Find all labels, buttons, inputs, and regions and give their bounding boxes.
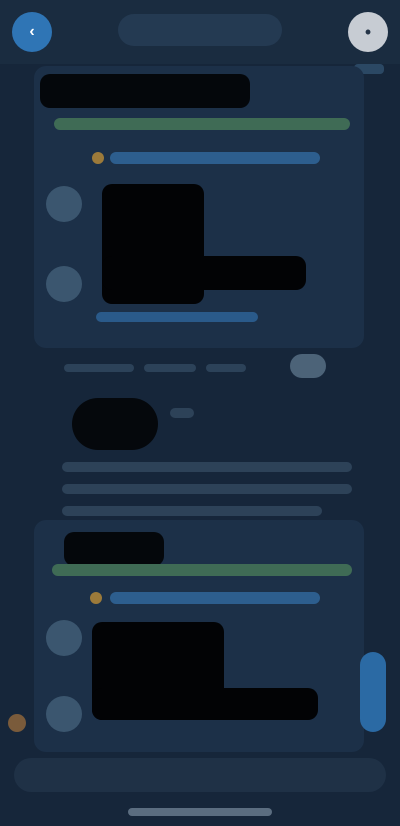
blue-link-bar[interactable]	[110, 592, 320, 604]
card-title	[64, 532, 164, 566]
profile-button[interactable]: •	[348, 12, 388, 52]
message-line	[62, 506, 322, 516]
profile-icon: •	[364, 21, 372, 42]
avatar-circle[interactable]	[46, 266, 82, 302]
message-line	[62, 462, 352, 472]
link-text[interactable]	[96, 312, 258, 322]
home-indicator[interactable]	[128, 808, 272, 816]
time-text	[170, 408, 194, 418]
green-highlight-bar	[52, 564, 352, 576]
reaction-dot	[92, 152, 104, 164]
chat-title[interactable]	[118, 14, 282, 46]
back-button[interactable]: ‹	[12, 12, 52, 52]
notification-dot	[8, 714, 26, 732]
message-input[interactable]	[14, 758, 386, 792]
meta-text	[144, 364, 196, 372]
reaction-dot	[90, 592, 102, 604]
image-block-wide[interactable]	[92, 688, 318, 720]
scroll-to-bottom-button[interactable]	[360, 652, 386, 732]
image-block-wide[interactable]	[102, 256, 306, 290]
message-card-2[interactable]	[34, 520, 364, 752]
message-line	[62, 484, 352, 494]
avatar-circle[interactable]	[46, 696, 82, 732]
back-icon: ‹	[29, 23, 35, 40]
green-highlight-bar	[54, 118, 350, 130]
avatar-circle[interactable]	[46, 620, 82, 656]
message-card-1[interactable]	[34, 66, 364, 348]
avatar-circle[interactable]	[46, 186, 82, 222]
top-bar: ‹ •	[0, 0, 400, 64]
sender-avatar[interactable]	[72, 398, 158, 450]
card-title	[40, 74, 250, 108]
blue-link-bar[interactable]	[110, 152, 320, 164]
reaction-pill[interactable]	[290, 354, 326, 378]
app-screen: ‹ •	[0, 0, 400, 826]
meta-text	[64, 364, 134, 372]
meta-text	[206, 364, 246, 372]
